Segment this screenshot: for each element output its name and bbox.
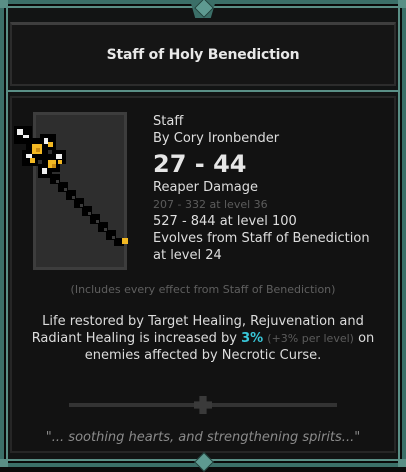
damage-type: Reaper Damage bbox=[153, 180, 258, 195]
frame-corner bbox=[0, 459, 8, 467]
frame-corner bbox=[398, 0, 406, 8]
effect-description: Life restored by Target Healing, Rejuven… bbox=[26, 313, 380, 364]
item-author: By Cory Ironbender bbox=[153, 131, 280, 146]
effect-value: 3% bbox=[241, 331, 264, 346]
includes-note: (Includes every effect from Staff of Ben… bbox=[70, 283, 336, 296]
holy-staff-icon bbox=[14, 126, 128, 246]
item-info: Staff By Cory Ironbender 27 - 44 Reaper … bbox=[153, 113, 383, 264]
item-type: Staff bbox=[153, 114, 184, 129]
frame-corner bbox=[0, 0, 8, 8]
effect-scaling: (+3% per level) bbox=[267, 332, 354, 345]
frame-corner bbox=[398, 459, 406, 467]
evolves-from: Evolves from Staff of Benediction at lev… bbox=[153, 231, 370, 263]
divider bbox=[6, 90, 400, 92]
title-bar: Staff of Holy Benediction bbox=[10, 22, 396, 86]
level100-range: 527 - 844 at level 100 bbox=[153, 214, 297, 229]
level36-range: 207 - 332 at level 36 bbox=[153, 198, 268, 211]
flavor-quote: "... soothing hearts, and strengthening … bbox=[45, 430, 361, 445]
damage-range: 27 - 44 bbox=[153, 150, 247, 178]
item-title: Staff of Holy Benediction bbox=[106, 46, 300, 63]
